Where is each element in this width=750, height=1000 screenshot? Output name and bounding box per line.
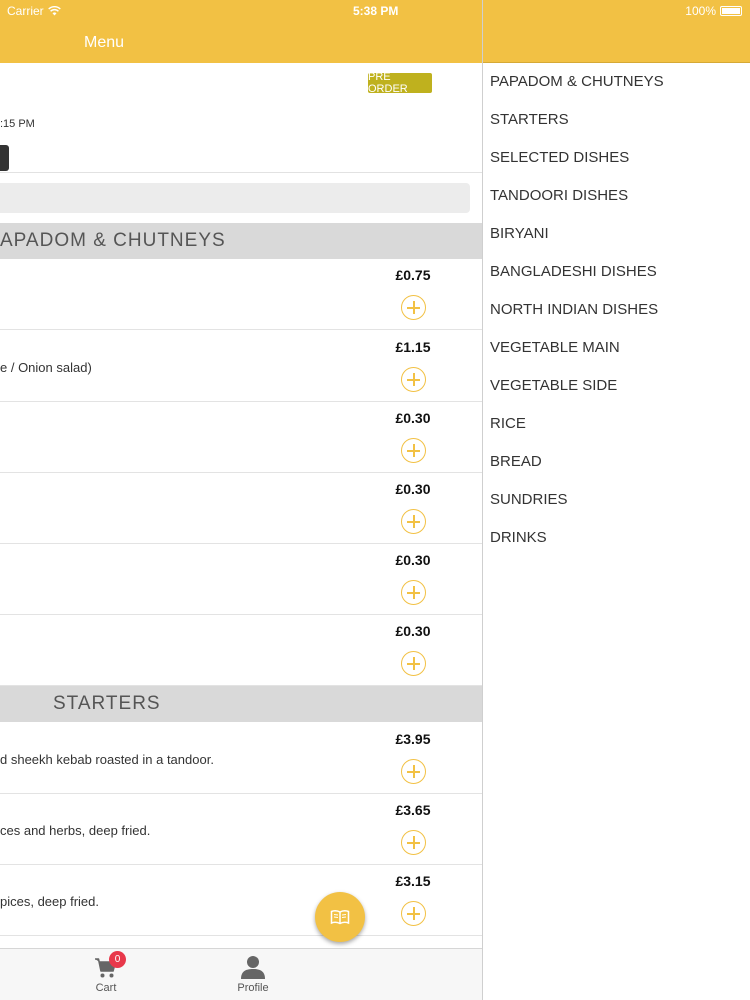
item-price: £0.30 (395, 552, 431, 568)
category-item-starters[interactable]: STARTERS (490, 111, 569, 128)
battery-percent: 100% (685, 4, 716, 18)
tab-cart[interactable]: 0 Cart (76, 951, 136, 994)
item-price: £3.95 (395, 731, 431, 747)
battery-icon (720, 6, 742, 16)
add-item-icon[interactable] (401, 759, 426, 784)
tab-profile-label: Profile (237, 982, 269, 994)
collection-time: :15 PM (0, 118, 35, 130)
carrier: Carrier (7, 4, 61, 18)
nav-bar: Menu (0, 22, 482, 63)
add-item-icon[interactable] (401, 651, 426, 676)
category-item-bangladeshi[interactable]: BANGLADESHI DISHES (490, 263, 657, 280)
item-price: £0.30 (395, 481, 431, 497)
item-price: £0.75 (395, 267, 431, 283)
wifi-icon (47, 6, 61, 16)
item-price: £0.30 (395, 623, 431, 639)
profile-icon-wrap (223, 953, 283, 979)
category-item-rice[interactable]: RICE (490, 415, 526, 432)
menu-item[interactable]: £1.15 e / Onion salad) (0, 331, 482, 402)
search-bar[interactable] (0, 183, 470, 213)
status-bar: Carrier 5:38 PM 100% (0, 0, 750, 22)
section-header-starters: STARTERS (0, 686, 482, 722)
category-item-drinks[interactable]: DRINKS (490, 529, 547, 546)
menu-panel[interactable]: PRE ORDER :15 PM APADOM & CHUTNEYS £0.75… (0, 63, 482, 948)
menu-item[interactable]: £0.30 (0, 402, 482, 473)
item-description: pices, deep fried. (0, 894, 100, 909)
item-description: ces and herbs, deep fried. (0, 823, 151, 838)
menu-item[interactable]: £0.30 (0, 544, 482, 615)
add-item-icon[interactable] (401, 580, 426, 605)
category-item-selected-dishes[interactable]: SELECTED DISHES (490, 149, 629, 166)
item-price: £0.30 (395, 410, 431, 426)
menu-book-button[interactable] (315, 892, 365, 942)
category-sidebar: PAPADOM & CHUTNEYS STARTERS SELECTED DIS… (483, 63, 750, 1000)
tab-profile[interactable]: Profile (223, 953, 283, 994)
section-title: STARTERS (53, 693, 161, 714)
category-item-bread[interactable]: BREAD (490, 453, 542, 470)
menu-item[interactable]: £3.65 ces and herbs, deep fried. (0, 794, 482, 865)
book-icon (330, 910, 350, 925)
menu-item[interactable]: £3.15 pices, deep fried. (0, 865, 482, 936)
item-description: e / Onion salad) (0, 360, 92, 375)
tab-bar: 0 Cart Profile (0, 948, 482, 1000)
section-title: APADOM & CHUTNEYS (0, 230, 226, 251)
section-header-papadom: APADOM & CHUTNEYS (0, 223, 482, 259)
add-item-icon[interactable] (401, 438, 426, 463)
item-price: £1.15 (395, 339, 431, 355)
add-item-icon[interactable] (401, 509, 426, 534)
menu-item[interactable]: £3.95 d sheekh kebab roasted in a tandoo… (0, 723, 482, 794)
toggle-button[interactable] (0, 145, 9, 171)
cart-icon-wrap: 0 (76, 951, 136, 979)
menu-item[interactable]: £0.75 (0, 259, 482, 330)
category-item-sundries[interactable]: SUNDRIES (490, 491, 568, 508)
menu-item[interactable]: £0.30 (0, 473, 482, 544)
battery: 100% (685, 4, 742, 18)
add-item-icon[interactable] (401, 830, 426, 855)
item-price: £3.15 (395, 873, 431, 889)
category-item-vegetable-main[interactable]: VEGETABLE MAIN (490, 339, 620, 356)
menu-item[interactable]: £0.30 (0, 615, 482, 686)
category-item-north-indian[interactable]: NORTH INDIAN DISHES (490, 301, 658, 318)
page-title: Menu (84, 34, 125, 51)
status-time: 5:38 PM (353, 4, 399, 18)
side-nav-bar (483, 22, 750, 63)
add-item-icon[interactable] (401, 901, 426, 926)
category-item-tandoori[interactable]: TANDOORI DISHES (490, 187, 628, 204)
pre-order-button[interactable]: PRE ORDER (368, 71, 432, 95)
carrier-label: Carrier (7, 4, 44, 18)
divider (0, 172, 482, 173)
tab-cart-label: Cart (95, 982, 117, 994)
cart-count-badge: 0 (109, 951, 126, 968)
item-description: d sheekh kebab roasted in a tandoor. (0, 752, 214, 767)
add-item-icon[interactable] (401, 295, 426, 320)
add-item-icon[interactable] (401, 367, 426, 392)
category-item-vegetable-side[interactable]: VEGETABLE SIDE (490, 377, 617, 394)
item-price: £3.65 (395, 802, 431, 818)
profile-icon (241, 956, 265, 979)
category-item-papadom[interactable]: PAPADOM & CHUTNEYS (490, 73, 664, 90)
category-item-biryani[interactable]: BIRYANI (490, 225, 549, 242)
